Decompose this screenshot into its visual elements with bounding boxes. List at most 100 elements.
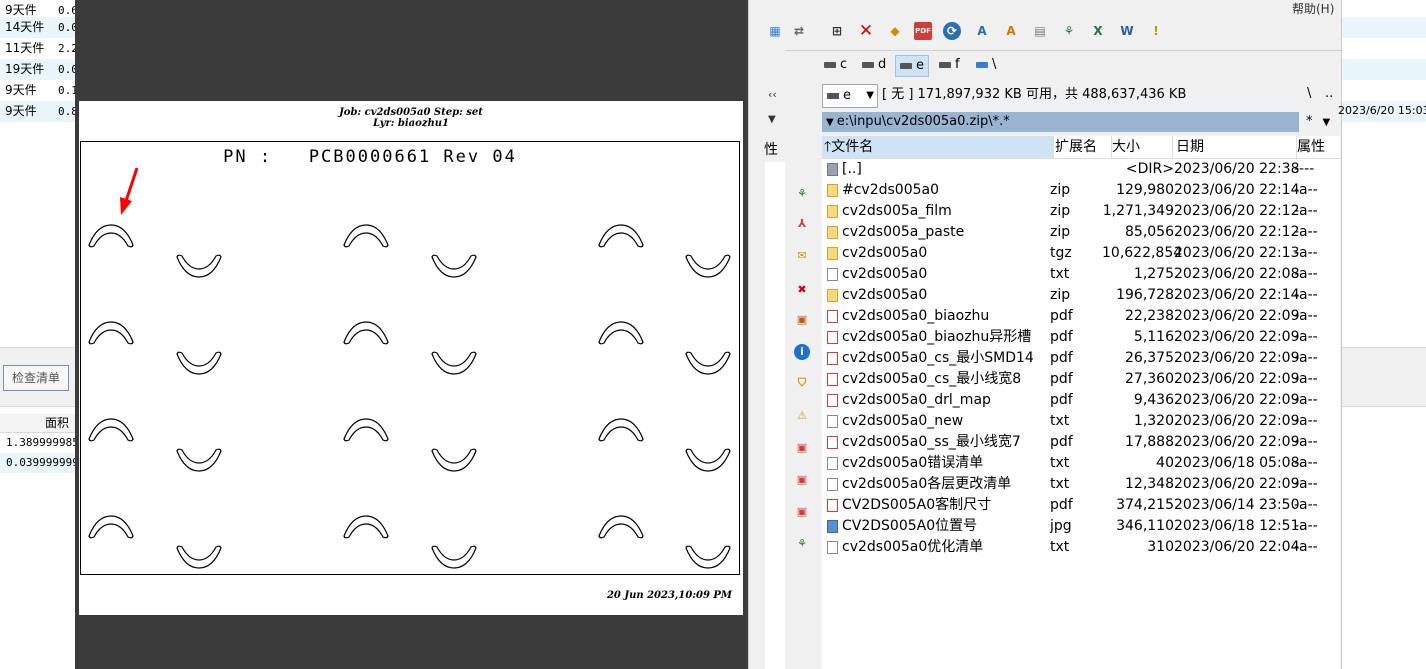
drive-e-button[interactable]: e (895, 55, 929, 77)
slot-shape (343, 224, 389, 248)
chevron-down-icon: ▼ (866, 90, 874, 101)
network-icon[interactable]: ⊞ (828, 22, 846, 40)
slot-shape (176, 254, 222, 278)
file-row[interactable]: cv2ds005a0_cs_最小线宽8 pdf 27,360 2023/06/20 2… (822, 369, 1340, 390)
tree-icon[interactable]: ⚘ (794, 186, 810, 202)
slot-shape (431, 254, 477, 278)
refresh-icon[interactable]: ⟳ (943, 22, 961, 40)
file-row[interactable]: cv2ds005a0 tgz 10,622,854 2023/06/20 22:13-… (822, 243, 1340, 264)
txt-file-icon (827, 268, 838, 281)
file-row[interactable]: cv2ds005a_paste zip 85,056 2023/06/20 22:12… (822, 222, 1340, 243)
file-row[interactable]: [..] <DIR> 2023/06/20 22:38 ---- (822, 159, 1340, 180)
splitter[interactable] (748, 0, 766, 669)
word-icon[interactable]: W (1118, 22, 1136, 40)
file-row[interactable]: cv2ds005a0_new txt 1,320 2023/06/20 22:09 -a… (822, 411, 1340, 432)
root-button[interactable]: \ (1307, 86, 1311, 101)
file-row[interactable]: cv2ds005a0_cs_最小SMD14 pdf 26,375 2023/06/20… (822, 348, 1340, 369)
pdf-file-icon (827, 352, 838, 365)
area-column-header[interactable]: 面积 (0, 414, 78, 433)
document-icon[interactable]: ▤ (1031, 22, 1049, 40)
file-row[interactable]: cv2ds005a0 zip 196,728 2023/06/20 22:14 -a-- (822, 285, 1340, 306)
grid-icon[interactable]: ▦ (766, 22, 784, 40)
pdf-icon[interactable]: PDF (914, 22, 932, 40)
pdf-print-icon[interactable]: ▣ (794, 504, 810, 520)
slot-shape (598, 418, 644, 442)
remove-icon[interactable]: ✖ (794, 282, 810, 298)
path-bar[interactable]: ▼ e:\inpu\cv2ds005a0.zip\*.* (822, 112, 1299, 132)
file-name: [..] (842, 161, 862, 177)
file-row[interactable]: cv2ds005a0_drl_map pdf 9,436 2023/06/20 22:… (822, 390, 1340, 411)
file-attr: -a-- (1294, 413, 1318, 429)
excel-icon[interactable]: X (1089, 22, 1107, 40)
check-list-button[interactable]: 检查清单 (3, 365, 69, 391)
column-header-ext[interactable]: 扩展名 (1053, 136, 1112, 158)
font-icon[interactable]: A (973, 22, 991, 40)
file-row[interactable]: cv2ds005a0优化清单 txt 310 2023/06/20 22:04 -a-- (822, 537, 1340, 558)
file-ext: tgz (1050, 245, 1072, 261)
list-item[interactable]: 19天件 0.0 (0, 59, 78, 80)
filter-dropdown[interactable]: * ▼ (1304, 112, 1340, 132)
history-dropdown-icon[interactable]: ▼ (826, 117, 834, 128)
text-file-icon[interactable]: A (1002, 22, 1020, 40)
pdf-export-icon[interactable]: ▣ (794, 440, 810, 456)
slot-drawing (88, 167, 731, 569)
shield-icon[interactable]: ! (1147, 22, 1165, 40)
column-header-attr[interactable]: 属性 (1297, 136, 1339, 158)
file-name: cv2ds005a_film (842, 203, 952, 219)
file-attr: -a-- (1294, 371, 1318, 387)
slot-shape (431, 448, 477, 472)
file-name: cv2ds005a0 (842, 287, 928, 303)
archive-icon[interactable]: ◆ (886, 22, 904, 40)
zip-file-icon (827, 226, 838, 239)
pdf-merge-icon[interactable]: ▣ (794, 472, 810, 488)
file-size: 27,360 (1125, 371, 1174, 387)
warning-icon[interactable]: ⚠ (794, 408, 810, 424)
file-row[interactable]: cv2ds005a0 txt 1,275 2023/06/20 22:08 -a-- (822, 264, 1340, 285)
file-date: 2023/06/20 22:09 (1174, 350, 1300, 366)
column-header-name[interactable]: 🡑文件名 (822, 136, 1054, 158)
list-item[interactable]: 9天件 0.8 (0, 101, 78, 122)
drive-d-button[interactable]: d (858, 55, 890, 75)
list-item[interactable]: 14天件 0.0 (0, 17, 78, 38)
menu-help[interactable]: 帮助(H) (1292, 0, 1334, 17)
file-row[interactable]: cv2ds005a0_biaozhu异形槽 pdf 5,116 2023/06/20 … (822, 327, 1340, 348)
info-icon[interactable]: i (794, 344, 810, 360)
table-row[interactable]: 1.389999985 (0, 433, 78, 453)
file-name: #cv2ds005a0 (842, 182, 940, 198)
file-row[interactable]: cv2ds005a_film zip 1,271,349 2023/06/20 22:… (822, 201, 1340, 222)
parent-button[interactable]: .. (1325, 86, 1333, 101)
txt-file-icon (827, 541, 838, 554)
file-row[interactable]: CV2DS005A0位置号 jpg 346,110 2023/06/18 12:51-… (822, 516, 1340, 537)
image-icon[interactable]: ▣ (794, 312, 810, 328)
drive-f-button[interactable]: f (935, 55, 964, 75)
file-row[interactable]: cv2ds005a0_biaozhu pdf 22,238 2023/06/20 22… (822, 306, 1340, 327)
column-header-date[interactable]: 日期 (1174, 136, 1297, 158)
chevron-left-icon[interactable]: ‹‹ (768, 88, 777, 101)
file-name: cv2ds005a0_ss_最小线宽7 (842, 434, 1021, 450)
drive-c-button[interactable]: c (820, 55, 851, 75)
chevron-down-icon[interactable]: ▼ (768, 114, 776, 125)
file-row[interactable]: #cv2ds005a0 zip 129,980 2023/06/20 22:14 -a-… (822, 180, 1340, 201)
email-icon[interactable]: ✉ (794, 248, 810, 264)
list-item[interactable]: 9天件 0.1 (0, 80, 78, 101)
shield-icon[interactable]: ⛉ (794, 375, 810, 391)
delete-icon[interactable]: ✕ (857, 21, 875, 41)
tree-icon[interactable]: ⚘ (794, 536, 810, 552)
tree-icon[interactable]: ⚘ (1060, 22, 1078, 40)
file-row[interactable]: cv2ds005a0_ss_最小线宽7 pdf 17,888 2023/06/20 2… (822, 432, 1340, 453)
txt-file-icon (827, 415, 838, 428)
file-name: cv2ds005a0错误清单 (842, 455, 984, 471)
file-row[interactable]: cv2ds005a0错误清单 txt 40 2023/06/18 05:08 -a-- (822, 453, 1340, 474)
drive-select[interactable]: e ▼ (822, 84, 878, 108)
pdf-icon[interactable]: ⅄ (794, 216, 810, 232)
file-row[interactable]: cv2ds005a0各层更改清单 txt 12,348 2023/06/20 22:0… (822, 474, 1340, 495)
table-row[interactable]: 0.039999999 (0, 453, 78, 473)
network-drive-button[interactable]: \ (972, 55, 1000, 75)
sync-icon[interactable]: ⇄ (790, 22, 808, 40)
slot-shape (88, 515, 134, 539)
file-date: 2023/06/20 22:13 (1174, 245, 1300, 261)
list-item[interactable]: 11天件 2.2 (0, 38, 78, 59)
file-ext: pdf (1050, 392, 1073, 408)
file-row[interactable]: CV2DS005A0客制尺寸 pdf 374,215 2023/06/14 23:50… (822, 495, 1340, 516)
column-header-size[interactable]: 大小 (1112, 136, 1173, 158)
